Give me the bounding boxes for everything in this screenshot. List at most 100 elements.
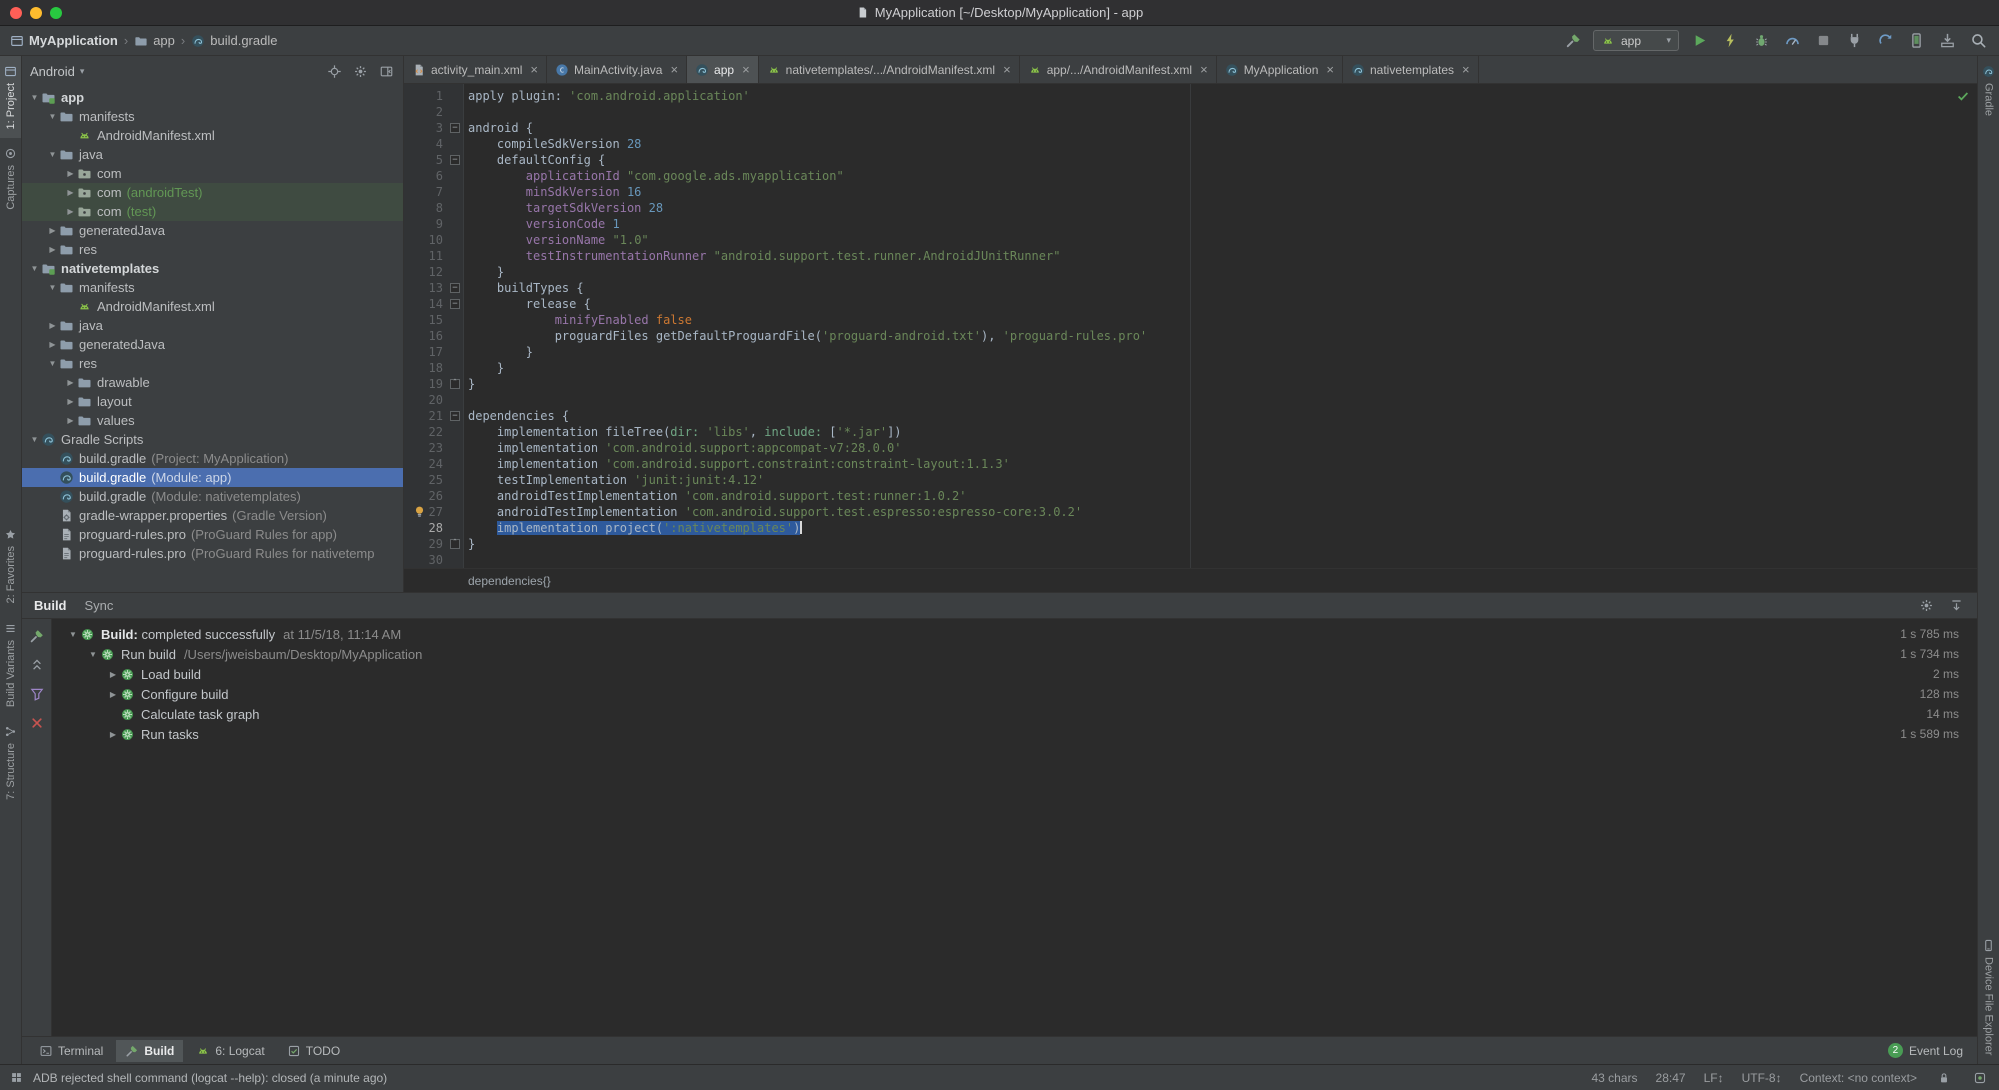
close-window-button[interactable] [10,6,22,19]
status-item[interactable]: UTF-8↕ [1742,1071,1782,1085]
status-item[interactable]: Context: <no context> [1800,1071,1917,1085]
tree-item[interactable]: proguard-rules.pro (ProGuard Rules for ap… [22,525,403,544]
collapse-all-icon[interactable] [28,656,46,674]
tree-item[interactable]: ▶ com (test) [22,202,403,221]
settings-icon[interactable] [1917,597,1935,615]
status-item[interactable]: LF↕ [1704,1071,1724,1085]
chevron-down-icon[interactable]: ▼ [86,650,100,659]
tree-item[interactable]: ▶ layout [22,392,403,411]
run-configuration-select[interactable]: app ▾ [1593,30,1679,51]
tree-item[interactable]: ▶ drawable [22,373,403,392]
tree-item[interactable]: gradle-wrapper.properties (Gradle Version… [22,506,403,525]
chevron-right-icon[interactable]: ▶ [64,207,77,216]
chevron-down-icon[interactable]: ▼ [28,93,41,102]
settings-icon[interactable] [351,62,369,80]
event-log-button[interactable]: 2 Event Log [1887,1043,1969,1058]
tree-item[interactable]: build.gradle (Module: app) [22,468,403,487]
chevron-down-icon[interactable]: ▼ [46,359,59,368]
attach-debugger-icon[interactable] [1843,30,1865,52]
chevron-right-icon[interactable]: ▶ [64,188,77,197]
build-output-row[interactable]: ▶ Configure build 128 ms [52,684,1977,704]
tree-item[interactable]: build.gradle (Project: MyApplication) [22,449,403,468]
editor-breadcrumb-item[interactable]: dependencies{} [468,574,551,588]
status-item[interactable]: 28:47 [1656,1071,1686,1085]
stop-icon[interactable] [1812,30,1834,52]
chevron-down-icon[interactable]: ▼ [28,435,41,444]
tree-item[interactable]: AndroidManifest.xml [22,297,403,316]
code-editor[interactable]: 1 2 3−4 5−6 7 8 9 10 11 12 13−14−15 16 17 18 19 ˆ 20 21−2… [404,84,1977,568]
tool-window-tab[interactable]: Terminal [30,1040,112,1062]
tree-item[interactable]: AndroidManifest.xml [22,126,403,145]
chevron-right-icon[interactable]: ▶ [46,340,59,349]
tool-window-tab[interactable]: TODO [278,1040,349,1062]
locate-icon[interactable] [325,62,343,80]
editor-breadcrumbs[interactable]: dependencies{} [404,568,1977,592]
inspections-status-icon[interactable] [1956,89,1970,103]
tree-item[interactable]: ▼ Gradle Scripts [22,430,403,449]
indicator-icon[interactable] [1971,1069,1989,1087]
chevron-right-icon[interactable]: ▶ [46,321,59,330]
tree-item[interactable]: ▼ manifests [22,278,403,297]
close-tab-icon[interactable]: × [1462,62,1470,77]
tree-item[interactable]: ▶ res [22,240,403,259]
tree-item[interactable]: proguard-rules.pro (ProGuard Rules for na… [22,544,403,563]
debug-icon[interactable] [1750,30,1772,52]
hide-icon[interactable] [377,62,395,80]
build-output-row[interactable]: ▶ Run tasks 1 s 589 ms [52,724,1977,744]
profiler-icon[interactable] [1781,30,1803,52]
tree-item[interactable]: ▼ java [22,145,403,164]
tree-item[interactable]: build.gradle (Module: nativetemplates) [22,487,403,506]
tree-item[interactable]: ▶ com [22,164,403,183]
tree-item[interactable]: ▶ generatedJava [22,221,403,240]
chevron-down-icon[interactable]: ▼ [46,283,59,292]
build-hammer-icon[interactable] [1562,30,1584,52]
editor-tab[interactable]: activity_main.xml × [404,56,547,83]
tree-item[interactable]: ▶ generatedJava [22,335,403,354]
fold-end-icon[interactable]: ˆ [450,539,460,549]
build-panel-tab[interactable]: Build [34,598,67,613]
chevron-right-icon[interactable]: ▶ [64,378,77,387]
breadcrumb-item[interactable]: app [134,33,175,48]
tool-strip-item-captures[interactable]: Captures [0,138,21,219]
collapse-icon[interactable] [1947,597,1965,615]
fold-collapse-icon[interactable]: − [450,299,460,309]
close-icon[interactable] [28,714,46,732]
editor-tab[interactable]: nativetemplates × [1343,56,1479,83]
editor-tab[interactable]: app/.../AndroidManifest.xml × [1020,56,1217,83]
build-output-row[interactable]: ▶ Load build 2 ms [52,664,1977,684]
tool-strip-item-gradle[interactable]: Gradle [1978,56,1999,125]
intention-bulb-icon[interactable] [412,504,427,519]
close-tab-icon[interactable]: × [530,62,538,77]
apply-changes-icon[interactable] [1719,30,1741,52]
chevron-down-icon[interactable]: ▼ [66,630,80,639]
fold-collapse-icon[interactable]: − [450,283,460,293]
fold-collapse-icon[interactable]: − [450,411,460,421]
chevron-down-icon[interactable]: ▼ [28,264,41,273]
close-tab-icon[interactable]: × [1003,62,1011,77]
tool-strip-item-device-file-explorer[interactable]: Device File Explorer [1978,930,1999,1064]
breadcrumb-item[interactable]: MyApplication [10,33,118,48]
chevron-right-icon[interactable]: ▶ [106,730,120,739]
fold-collapse-icon[interactable]: − [450,155,460,165]
lock-icon[interactable] [1935,1069,1953,1087]
editor-tab[interactable]: MyApplication × [1217,56,1343,83]
tool-strip-item-favorites[interactable]: 2: Favorites [0,519,21,612]
build-panel-tab[interactable]: Sync [85,598,114,613]
close-tab-icon[interactable]: × [1326,62,1334,77]
fold-collapse-icon[interactable]: − [450,123,460,133]
zoom-window-button[interactable] [50,6,62,19]
chevron-right-icon[interactable]: ▶ [64,169,77,178]
breadcrumb-item[interactable]: build.gradle [191,33,277,48]
close-tab-icon[interactable]: × [742,62,750,77]
tree-item[interactable]: ▼ app [22,88,403,107]
chevron-right-icon[interactable]: ▶ [106,670,120,679]
build-output-row[interactable]: ▼ Run build/Users/jweisbaum/Desktop/MyApp… [52,644,1977,664]
chevron-right-icon[interactable]: ▶ [46,226,59,235]
tree-item[interactable]: ▶ com (androidTest) [22,183,403,202]
tool-window-tab[interactable]: Build [116,1039,184,1062]
sync-gradle-icon[interactable] [1874,30,1896,52]
chevron-right-icon[interactable]: ▶ [106,690,120,699]
run-icon[interactable] [1688,30,1710,52]
tree-item[interactable]: ▶ values [22,411,403,430]
fold-end-icon[interactable]: ˆ [450,379,460,389]
